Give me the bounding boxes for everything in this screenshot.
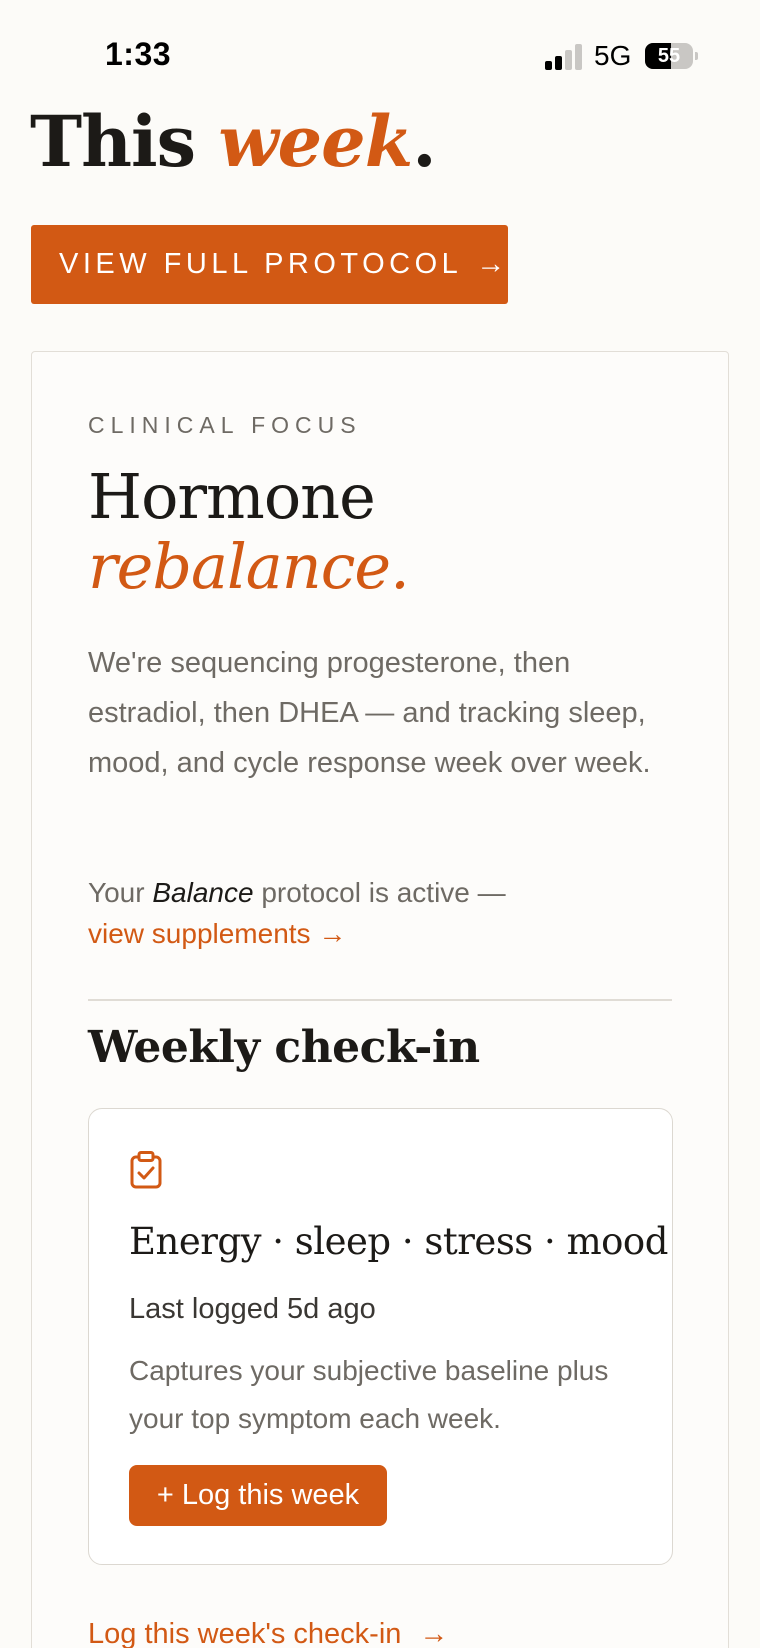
clinical-focus-heading-plain: Hormone	[88, 460, 376, 533]
clinical-focus-card: CLINICAL FOCUS Hormone rebalance. We're …	[31, 351, 729, 1648]
page-title-plain: This	[30, 100, 219, 183]
page-title: This week.	[30, 100, 437, 184]
weekly-checkin-heading: Weekly check-in	[88, 1022, 480, 1073]
status-time: 1:33	[105, 36, 172, 72]
section-divider	[88, 999, 672, 1001]
network-type: 5G	[594, 40, 632, 71]
status-bar: 1:33 5G 55	[0, 0, 760, 110]
protocol-suffix: protocol is active —	[253, 877, 506, 908]
log-checkin-link-label: Log this week's check-in	[88, 1618, 402, 1648]
clinical-focus-heading-accent: rebalance.	[88, 530, 410, 603]
arrow-right-icon: →	[476, 248, 506, 280]
checkin-description: Captures your subjective baseline plus y…	[129, 1355, 609, 1434]
arrow-right-icon: →	[419, 1618, 449, 1648]
clinical-focus-heading: Hormone rebalance.	[88, 460, 410, 603]
protocol-prefix: Your	[88, 877, 153, 908]
weekly-checkin-card: Energy · sleep · stress · mood Last logg…	[88, 1108, 673, 1565]
clipboard-check-icon	[130, 1151, 162, 1189]
log-checkin-link[interactable]: Log this week's check-in →	[88, 1614, 448, 1648]
view-full-protocol-label: VIEW FULL PROTOCOL	[59, 248, 463, 280]
protocol-name: Balance	[152, 877, 254, 908]
clinical-focus-kicker: CLINICAL FOCUS	[88, 412, 362, 438]
battery-level: 55	[657, 45, 681, 67]
page-title-accent: week	[218, 100, 413, 183]
page-title-end: .	[412, 100, 436, 183]
cellular-signal-icon	[545, 44, 583, 70]
clinical-focus-description: We're sequencing progesterone, then estr…	[88, 647, 651, 779]
log-this-week-button[interactable]: + Log this week	[129, 1465, 387, 1526]
battery-icon: 55	[645, 43, 698, 69]
view-full-protocol-button[interactable]: VIEW FULL PROTOCOL →	[31, 225, 508, 304]
last-logged-status: Last logged 5d ago	[129, 1293, 376, 1325]
checkin-title: Energy · sleep · stress · mood	[129, 1220, 668, 1263]
protocol-status: Your Balance protocol is active — view s…	[88, 872, 688, 954]
view-supplements-link[interactable]: view supplements →	[88, 913, 688, 954]
